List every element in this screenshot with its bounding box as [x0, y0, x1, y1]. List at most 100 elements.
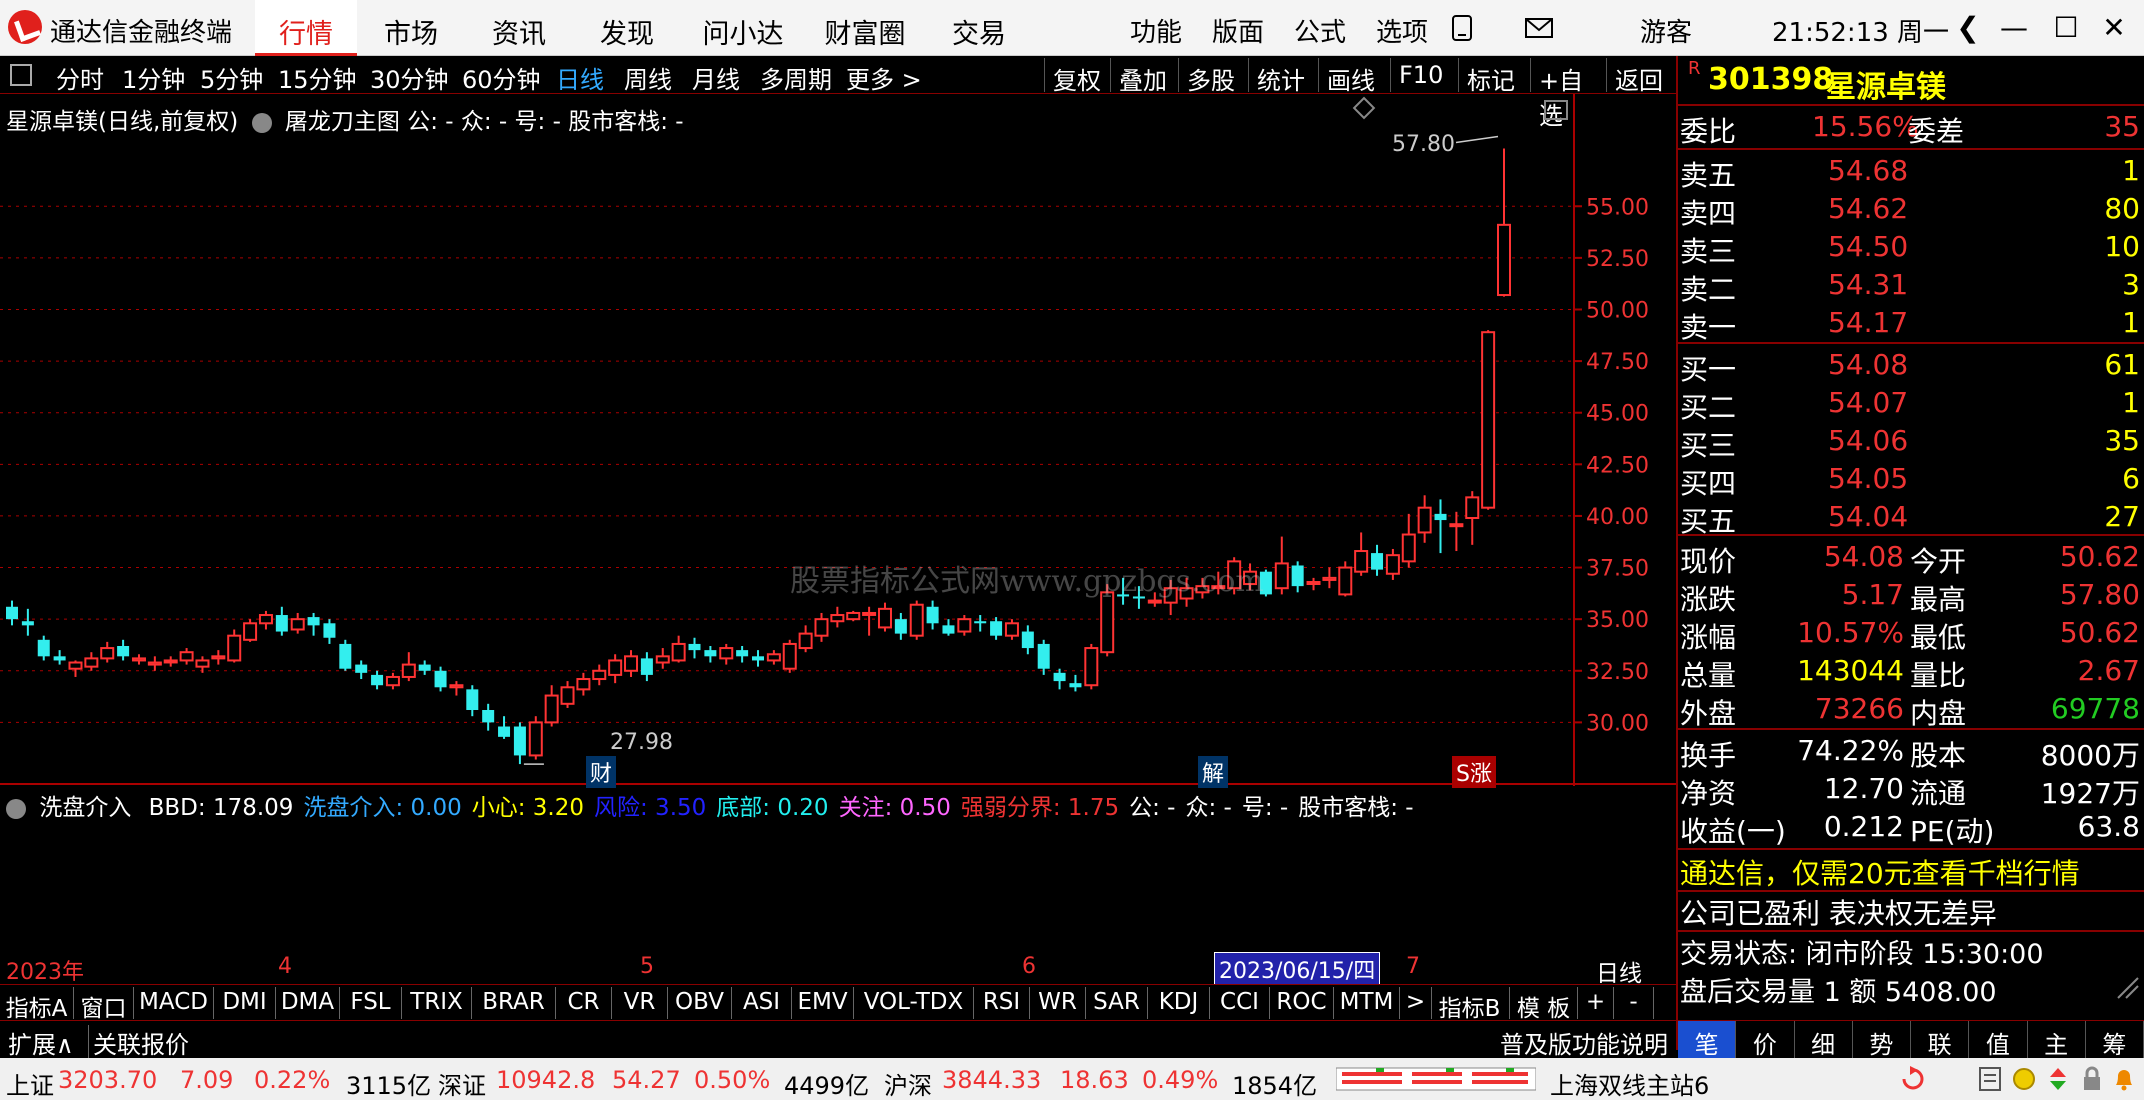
indicator-tab[interactable]: MTM [1334, 987, 1400, 1019]
kline-chart[interactable]: 30.00 32.50 35.00 37.50 40.00 42.50 45.00 47.50… [0, 94, 1676, 786]
draw-line-button[interactable]: 画线 [1318, 58, 1390, 95]
expand-button[interactable]: 扩展∧ [8, 1025, 74, 1060]
quote-tab[interactable]: 价 [1736, 1021, 1795, 1059]
indicator-tab[interactable]: WR [1030, 987, 1086, 1019]
edition-info-link[interactable]: 普及版功能说明 [1500, 1025, 1668, 1060]
menu-item-function[interactable]: 功能 [1130, 12, 1182, 49]
refresh-icon[interactable] [1900, 1066, 1928, 1092]
period-1min[interactable]: 1分钟 [122, 60, 185, 95]
coin-icon[interactable] [2012, 1066, 2036, 1092]
indicator-tab[interactable]: SAR [1086, 987, 1148, 1019]
period-multi[interactable]: 多周期 [760, 60, 832, 95]
promo-link[interactable]: 通达信，仅需20元查看千档行情 [1680, 852, 2080, 892]
sh-index-label[interactable]: 上证 [6, 1066, 54, 1100]
period-5min[interactable]: 5分钟 [200, 60, 263, 95]
indicator-tab[interactable]: VR [612, 987, 668, 1019]
menu-item-ask[interactable]: 问小达 [681, 0, 805, 56]
guest-label[interactable]: 游客 [1640, 12, 1692, 49]
indicator-tab[interactable]: KDJ [1148, 987, 1210, 1019]
statistics-button[interactable]: 统计 [1248, 58, 1318, 95]
indicator-tab[interactable]: ASI [732, 987, 792, 1019]
indicator-tab[interactable]: CR [556, 987, 612, 1019]
formula-dropdown-icon[interactable] [251, 112, 272, 133]
bell-icon[interactable] [2112, 1066, 2136, 1092]
finance-marker[interactable]: 财 [586, 756, 617, 788]
chart-formula-name[interactable]: 屠龙刀主图 [285, 109, 400, 135]
multi-stock-button[interactable]: 多股 [1178, 58, 1248, 95]
menu-item-wealth[interactable]: 财富圈 [805, 0, 925, 56]
list-icon[interactable] [1978, 1066, 2002, 1092]
indicator-tab[interactable]: OBV [668, 987, 732, 1019]
period-weekly[interactable]: 周线 [624, 60, 672, 95]
resize-grip-icon[interactable] [2114, 974, 2140, 1000]
menu-item-layout[interactable]: 版面 [1212, 12, 1264, 49]
indicator-name[interactable]: 洗盘介入 [39, 795, 131, 821]
indicator-tab[interactable]: DMA [276, 987, 340, 1019]
candle-body [846, 611, 861, 621]
menu-item-news[interactable]: 资讯 [465, 0, 573, 56]
back-icon[interactable]: ❮ [1946, 6, 1990, 50]
indicator-tab[interactable]: 指标A [0, 987, 74, 1022]
quote-tab[interactable]: 笔 [1678, 1021, 1737, 1059]
quote-tab[interactable]: 联 [1911, 1021, 1970, 1059]
period-more[interactable]: 更多 > [846, 60, 922, 95]
sz-index-label[interactable]: 深证 [438, 1066, 486, 1100]
period-monthly[interactable]: 月线 [692, 60, 740, 95]
indicator-tab[interactable]: EMV [792, 987, 854, 1019]
period-30min[interactable]: 30分钟 [370, 60, 449, 95]
indicator-tab[interactable]: BRAR [472, 987, 556, 1019]
indicator-tab[interactable]: - [1614, 987, 1654, 1019]
indicator-tab[interactable]: TRIX [402, 987, 472, 1019]
market-breadth-icon[interactable] [1336, 1064, 1536, 1094]
mark-button[interactable]: 标记 [1458, 58, 1530, 95]
menu-item-trade[interactable]: 交易 [925, 0, 1033, 56]
sz-index-change: 54.27 [612, 1066, 681, 1094]
back-button[interactable]: 返回 [1606, 58, 1676, 95]
mail-icon[interactable] [1524, 16, 1554, 40]
indicator-tab[interactable]: ROC [1270, 987, 1334, 1019]
up-down-icon[interactable] [2046, 1066, 2070, 1092]
minimize-icon[interactable]: — [1992, 6, 2036, 50]
indicator-tab[interactable]: 指标B [1430, 987, 1510, 1022]
menu-item-quotes[interactable]: 行情 [255, 0, 357, 56]
indicator-tab[interactable]: 模 板 [1510, 987, 1578, 1022]
quote-tab[interactable]: 值 [1969, 1021, 2028, 1059]
limit-up-marker[interactable]: S涨 [1452, 756, 1496, 788]
hs-index-label[interactable]: 沪深 [884, 1066, 932, 1100]
close-icon[interactable]: ✕ [2092, 6, 2136, 50]
restore-rights-button[interactable]: 复权 [1044, 58, 1110, 95]
period-15min[interactable]: 15分钟 [278, 60, 357, 95]
indicator-tab[interactable]: DMI [214, 987, 276, 1019]
period-60min[interactable]: 60分钟 [462, 60, 541, 95]
quote-tab[interactable]: 筹 [2086, 1021, 2144, 1059]
server-name[interactable]: 上海双线主站6 [1550, 1066, 1709, 1100]
unlock-marker[interactable]: 解 [1198, 756, 1229, 788]
menu-item-formula[interactable]: 公式 [1294, 12, 1346, 49]
add-watchlist-button[interactable]: +自选 [1530, 58, 1606, 130]
period-daily[interactable]: 日线 [556, 60, 604, 95]
sidebar-toggle-icon[interactable] [10, 64, 32, 86]
quote-tab[interactable]: 势 [1853, 1021, 1911, 1059]
window-icon[interactable] [1544, 100, 1568, 120]
indicator-tab[interactable]: RSI [974, 987, 1030, 1019]
indicator-tab[interactable]: FSL [340, 987, 402, 1019]
menu-item-market[interactable]: 市场 [357, 0, 465, 56]
lock-icon[interactable] [2080, 1066, 2104, 1092]
f10-button[interactable]: F10 [1390, 58, 1458, 92]
phone-icon[interactable] [1450, 14, 1474, 42]
period-tick[interactable]: 分时 [56, 60, 104, 95]
indicator-dropdown-icon[interactable] [6, 798, 26, 819]
menu-item-discover[interactable]: 发现 [573, 0, 681, 56]
indicator-tab[interactable]: + [1578, 987, 1614, 1019]
quote-tab[interactable]: 细 [1795, 1021, 1853, 1059]
maximize-icon[interactable]: ☐ [2044, 6, 2088, 50]
quote-tab[interactable]: 主 [2028, 1021, 2086, 1059]
indicator-tab[interactable]: > [1400, 987, 1432, 1019]
menu-item-options[interactable]: 选项 [1376, 12, 1428, 49]
overlay-button[interactable]: 叠加 [1110, 58, 1178, 95]
related-quotes-button[interactable]: 关联报价 [88, 1025, 189, 1060]
indicator-tab[interactable]: VOL-TDX [854, 987, 974, 1019]
indicator-tab[interactable]: CCI [1210, 987, 1270, 1019]
indicator-tab[interactable]: 窗口 [74, 987, 134, 1022]
indicator-tab[interactable]: MACD [134, 987, 214, 1019]
